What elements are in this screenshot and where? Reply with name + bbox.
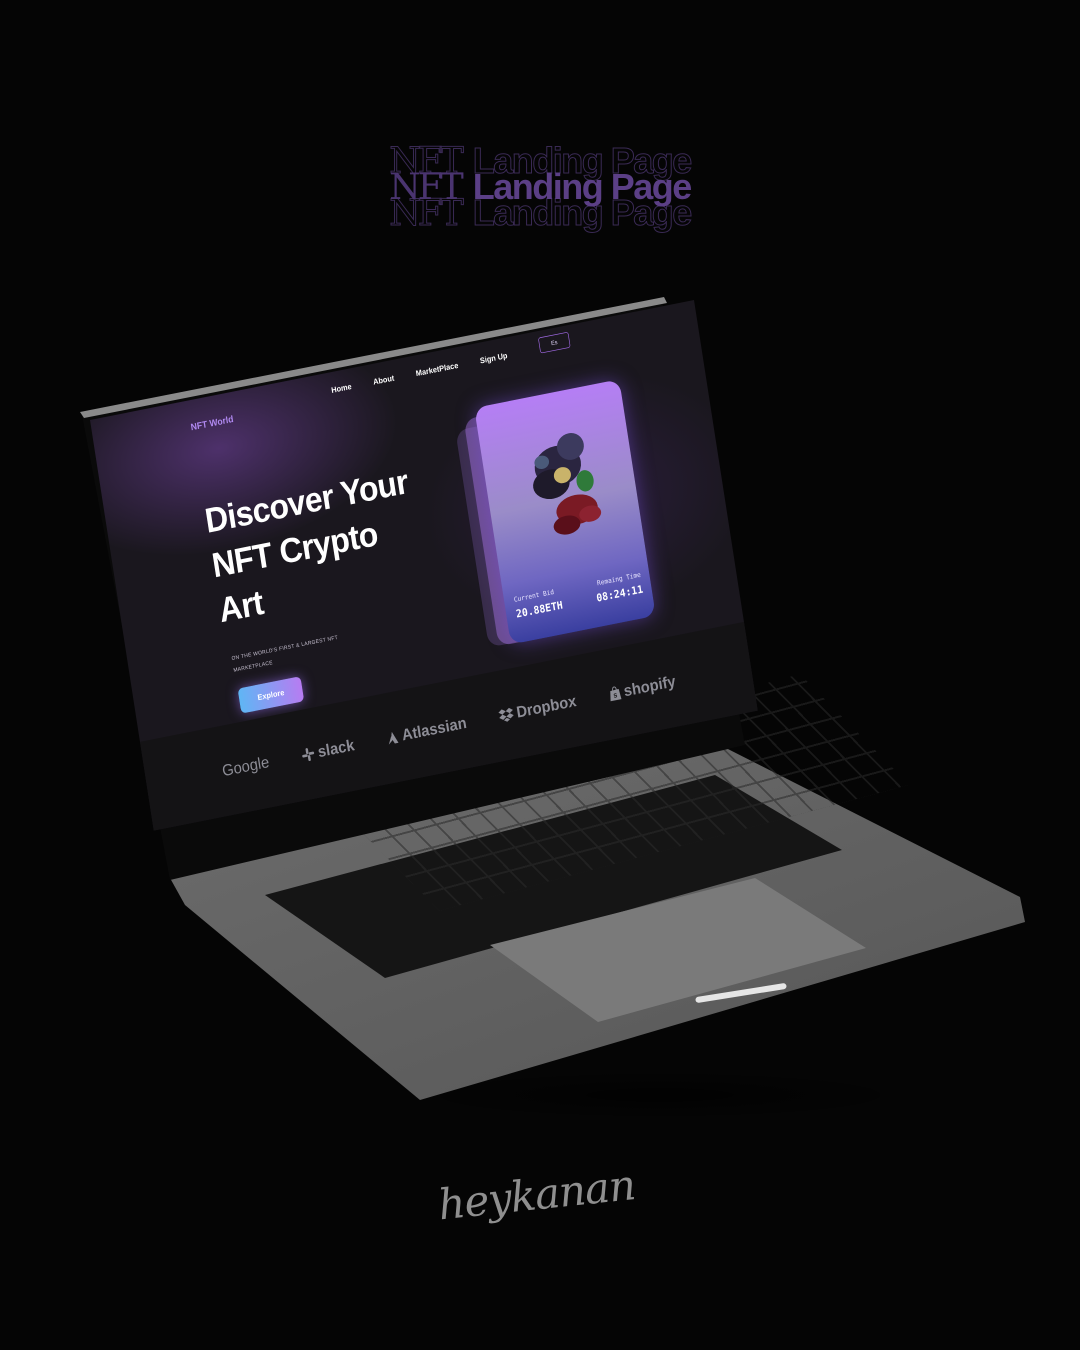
partner-atlassian-label: Atlassian	[400, 713, 468, 745]
nav-bar: Home About MarketPlace Sign Up	[331, 351, 508, 395]
title-word-nft: NFT	[389, 167, 463, 208]
partner-dropbox-label: Dropbox	[515, 691, 578, 722]
partner-atlassian: Atlassian	[385, 713, 468, 748]
hero-title: Discover Your NFT Crypto Art	[202, 459, 425, 633]
hero-subtitle: ON THE WORLD'S FIRST & LARGEST NFT MARKE…	[231, 634, 339, 674]
nav-item-about[interactable]: About	[373, 373, 395, 386]
partner-dropbox: Dropbox	[498, 692, 578, 726]
page-title: NFT Landing Page	[0, 166, 1080, 208]
slack-icon	[302, 747, 315, 761]
nft-artwork	[533, 433, 602, 535]
title-word-landing: Landing Page	[472, 166, 693, 207]
dropbox-icon	[498, 707, 514, 722]
nav-item-signup[interactable]: Sign Up	[479, 351, 508, 366]
brand-logo[interactable]: NFT World	[190, 413, 234, 432]
author-signature: heykanan	[435, 1160, 638, 1230]
title-block: NFT Landing Page NFT Landing Page NFT Landi…	[0, 140, 1080, 240]
nav-item-marketplace[interactable]: MarketPlace	[415, 361, 459, 379]
atlassian-icon	[388, 731, 399, 745]
nft-card-info: Current Bid 20.88ETH Remaing Time 08:24:…	[513, 571, 644, 620]
explore-button[interactable]: Explore	[237, 676, 305, 714]
partner-shopify: S shopify	[607, 672, 677, 704]
partner-slack-label: slack	[316, 735, 356, 761]
partner-slack: slack	[300, 735, 356, 765]
partner-google: Google	[221, 753, 271, 781]
nav-item-home[interactable]: Home	[331, 382, 353, 395]
time-column: Remaing Time 08:24:11	[594, 571, 643, 604]
shopify-bag-icon: S	[610, 686, 622, 701]
partner-shopify-label: shopify	[622, 672, 677, 701]
nav-language-button[interactable]: Es	[537, 331, 571, 354]
bid-column: Current Bid 20.88ETH	[513, 587, 563, 621]
partner-google-label: Google	[220, 752, 271, 780]
nft-card-stack: Current Bid 20.88ETH Remaing Time 08:24:…	[455, 379, 656, 648]
